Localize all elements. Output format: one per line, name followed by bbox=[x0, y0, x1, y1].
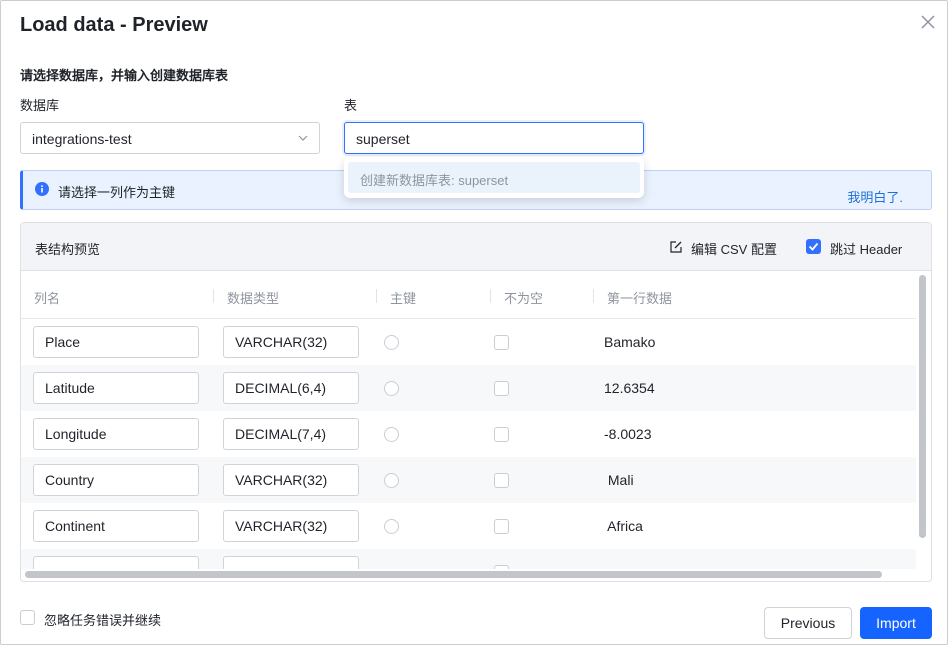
horizontal-scrollbar[interactable] bbox=[21, 568, 916, 580]
previous-button[interactable]: Previous bbox=[764, 607, 852, 639]
table-row: Longitude DECIMAL(7,4) -8.0023 bbox=[21, 411, 916, 457]
table-row: Continent VARCHAR(32) Africa bbox=[21, 503, 916, 549]
not-null-checkbox[interactable] bbox=[494, 519, 509, 534]
column-name-input[interactable]: Continent bbox=[33, 510, 199, 542]
import-button[interactable]: Import bbox=[860, 607, 932, 639]
table-body: Place VARCHAR(32) Bamako Latitude DECIMA… bbox=[21, 319, 916, 569]
dismiss-link[interactable]: 我明白了. bbox=[847, 187, 903, 206]
database-select[interactable]: integrations-test bbox=[20, 122, 320, 154]
column-name-input[interactable]: Latitude bbox=[33, 372, 199, 404]
check-icon bbox=[806, 239, 821, 254]
database-label: 数据库 bbox=[20, 98, 60, 113]
primary-key-radio[interactable] bbox=[384, 335, 399, 350]
create-table-option[interactable]: 创建新数据库表: superset bbox=[348, 162, 640, 193]
column-name-input[interactable]: Longitude bbox=[33, 418, 199, 450]
column-name-input[interactable]: Country bbox=[33, 464, 199, 496]
col-header-name: 列名 bbox=[34, 291, 61, 306]
col-header-primary-key: 主键 bbox=[390, 291, 417, 306]
database-select-value: integrations-test bbox=[32, 131, 132, 147]
primary-key-radio[interactable] bbox=[384, 519, 399, 534]
col-header-not-null: 不为空 bbox=[504, 291, 544, 306]
not-null-checkbox[interactable] bbox=[494, 427, 509, 442]
data-type-input[interactable]: DECIMAL(7,4) bbox=[223, 418, 359, 450]
not-null-checkbox[interactable] bbox=[494, 381, 509, 396]
column-divider bbox=[490, 289, 491, 303]
section-title: 请选择数据库，并输入创建数据库表 bbox=[20, 68, 229, 83]
primary-key-radio[interactable] bbox=[384, 473, 399, 488]
first-row-value: Africa bbox=[604, 518, 643, 534]
col-header-type: 数据类型 bbox=[227, 291, 280, 306]
schema-preview-card: 表结构预览 编辑 CSV 配置 跳过 Header 列名 数据类型 主键 不为空… bbox=[20, 222, 932, 582]
ignore-errors-label: 忽略任务错误并继续 bbox=[44, 613, 162, 628]
info-icon bbox=[35, 182, 49, 196]
first-row-value: Mali bbox=[604, 472, 634, 488]
table-row: Latitude DECIMAL(6,4) 12.6354 bbox=[21, 365, 916, 411]
chevron-down-icon bbox=[298, 135, 308, 141]
data-type-input[interactable]: VARCHAR(32) bbox=[223, 326, 359, 358]
table-name-input-value: superset bbox=[356, 131, 410, 147]
first-row-value: -8.0023 bbox=[604, 426, 652, 442]
not-null-checkbox[interactable] bbox=[494, 473, 509, 488]
vertical-scrollbar-thumb[interactable] bbox=[919, 275, 926, 538]
table-row: Place VARCHAR(32) Bamako bbox=[21, 319, 916, 365]
table-row: Country VARCHAR(32) Mali bbox=[21, 457, 916, 503]
column-divider bbox=[213, 289, 214, 303]
load-data-dialog: Load data - Preview 请选择数据库，并输入创建数据库表 数据库… bbox=[0, 0, 948, 645]
edit-csv-label: 编辑 CSV 配置 bbox=[691, 242, 777, 257]
table-name-input[interactable]: superset bbox=[344, 122, 644, 154]
vertical-scrollbar[interactable] bbox=[918, 271, 928, 567]
first-row-value: 12.6354 bbox=[604, 380, 655, 396]
first-row-value: Bamako bbox=[604, 334, 656, 350]
skip-header-label: 跳过 Header bbox=[830, 242, 903, 257]
ignore-errors-box bbox=[20, 610, 35, 625]
close-icon[interactable] bbox=[918, 12, 938, 32]
col-header-first-row: 第一行数据 bbox=[607, 291, 673, 306]
table-row-partial bbox=[21, 549, 916, 569]
table-header: 列名 数据类型 主键 不为空 第一行数据 bbox=[21, 272, 916, 319]
card-header: 表结构预览 编辑 CSV 配置 跳过 Header bbox=[21, 223, 931, 271]
primary-key-radio[interactable] bbox=[384, 427, 399, 442]
info-text: 请选择一列作为主键 bbox=[58, 185, 176, 200]
primary-key-radio[interactable] bbox=[384, 381, 399, 396]
dialog-title: Load data - Preview bbox=[20, 14, 208, 36]
table-label: 表 bbox=[344, 98, 358, 113]
preview-title: 表结构预览 bbox=[35, 242, 101, 257]
edit-icon bbox=[670, 241, 682, 253]
column-divider bbox=[376, 289, 377, 303]
data-type-input[interactable]: VARCHAR(32) bbox=[223, 464, 359, 496]
data-type-input[interactable]: DECIMAL(6,4) bbox=[223, 372, 359, 404]
data-type-input[interactable]: VARCHAR(32) bbox=[223, 510, 359, 542]
horizontal-scrollbar-thumb[interactable] bbox=[25, 571, 882, 578]
table-dropdown: 创建新数据库表: superset bbox=[344, 157, 644, 198]
not-null-checkbox[interactable] bbox=[494, 335, 509, 350]
column-divider bbox=[593, 289, 594, 303]
column-name-input[interactable]: Place bbox=[33, 326, 199, 358]
